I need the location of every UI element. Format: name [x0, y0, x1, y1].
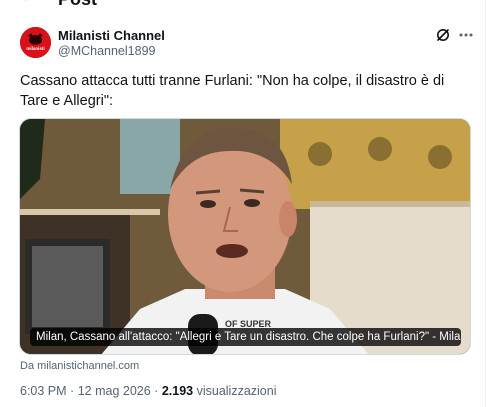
back-arrow-icon[interactable]: ←: [20, 0, 36, 6]
top-bar: ← Post: [0, 0, 489, 10]
avatar[interactable]: milanisti: [20, 27, 51, 58]
link-card-image[interactable]: OF SUPER: [19, 118, 471, 355]
grok-icon[interactable]: [435, 27, 451, 43]
views-count: 2.193: [161, 384, 194, 398]
meta-separator-2: ·: [154, 384, 159, 398]
column-divider: [485, 0, 486, 407]
avatar-logo-text: milanisti: [26, 46, 44, 51]
tweet-text: Cassano attacca tutti tranne Furlani: "N…: [20, 73, 445, 109]
meta-separator: ·: [70, 384, 75, 398]
tweet-meta: 6:03 PM · 12 mag 2026 · 2.193 visualizza…: [20, 384, 277, 398]
page-title: Post: [58, 0, 97, 10]
tweet-date[interactable]: 12 mag 2026: [78, 384, 151, 398]
author-handle[interactable]: @MChannel1899: [58, 44, 155, 58]
link-source[interactable]: Da milanistichannel.com: [20, 360, 139, 372]
author-name[interactable]: Milanisti Channel: [58, 28, 165, 43]
link-card-title[interactable]: Milan, Cassano all'attacco: "Allegri e T…: [30, 328, 461, 346]
views-label: visualizzazioni: [196, 384, 277, 398]
tweet-time[interactable]: 6:03 PM: [20, 384, 67, 398]
more-icon[interactable]: [458, 27, 474, 43]
